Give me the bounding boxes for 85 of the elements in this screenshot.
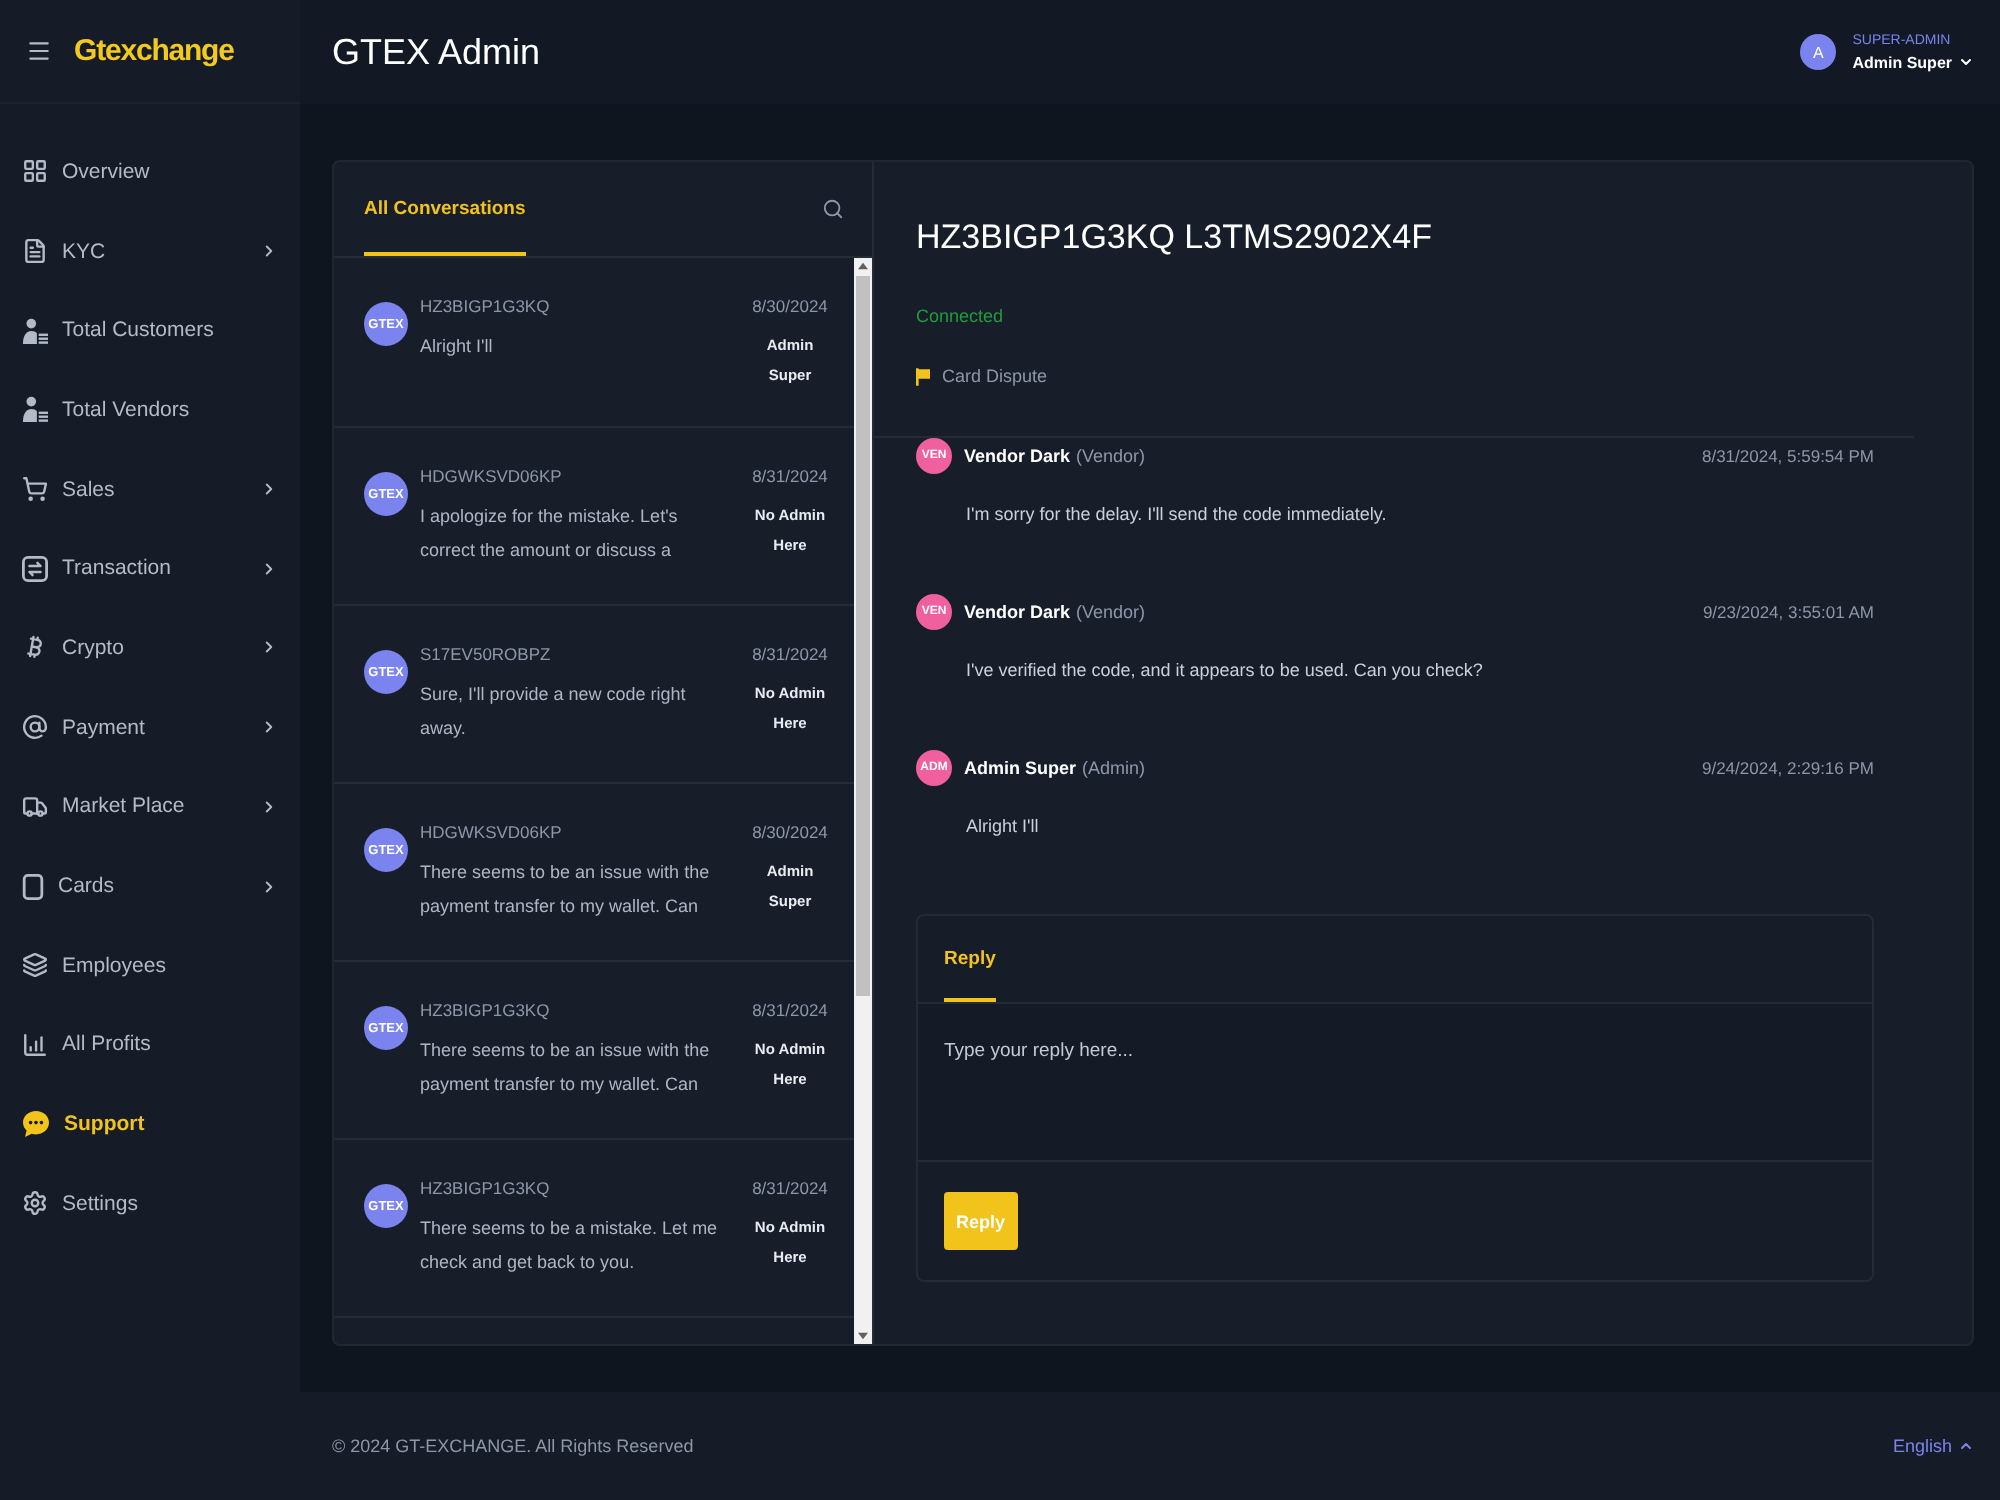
message-preview: There seems to be an issue with the payment transfer to my wallet. Can (420, 1038, 712, 1098)
sidebar-item[interactable]: Total Customers (0, 290, 300, 371)
sidebar-item[interactable]: Transaction (0, 528, 300, 609)
caret-icon (1958, 54, 1974, 70)
sidebar-item[interactable]: All Profits (0, 1005, 300, 1085)
layers-icon (22, 952, 48, 979)
conversation-title: HZ3BIGP1G3KQ L3TMS2902X4F (916, 218, 1434, 258)
conversation-date: 8/31/2024 (752, 464, 828, 488)
grid-icon (22, 158, 48, 185)
conversation-date: 8/30/2024 (752, 294, 828, 318)
transfer-icon (22, 555, 48, 582)
cart-icon (22, 476, 48, 503)
chevron-right-icon (260, 718, 278, 737)
sidebar-item[interactable]: Crypto (0, 608, 300, 688)
message-preview: There seems to be an issue with the payment transfer to my wallet. Can (420, 860, 712, 920)
sidebar-item[interactable]: KYC (0, 211, 300, 291)
sidebar-item[interactable]: Sales (0, 449, 300, 529)
sender-name: Vendor Dark (964, 446, 1071, 466)
chevron-right-icon (260, 242, 278, 261)
connection-status: Connected (916, 304, 1006, 328)
message-preview: There seems to be a mistake. Let me check and get back to you. (420, 1216, 720, 1276)
at-sign-icon (22, 714, 48, 741)
truck-icon (22, 793, 48, 820)
sidebar-item[interactable]: Cards (0, 846, 300, 926)
conversations-tab[interactable]: All Conversations (364, 162, 526, 256)
conversation-date: 8/31/2024 (752, 998, 828, 1022)
sidebar-item[interactable]: Settings (0, 1163, 300, 1244)
scroll-up-icon[interactable] (858, 262, 868, 270)
message-text: I've verified the code, and it appears to be used. Can you check? (966, 658, 1485, 682)
chevron-right-icon (260, 480, 278, 499)
ticket-id: HZ3BIGP1G3KQ (420, 998, 552, 1022)
conversation-date: 8/31/2024 (752, 1176, 828, 1200)
bar-chart-icon (22, 1031, 48, 1058)
message-preview: I apologize for the mistake. Let's correct the amount or discuss a (420, 504, 680, 564)
sidebar-item[interactable]: Payment (0, 687, 300, 767)
ticket-id: HDGWKSVD06KP (420, 820, 564, 844)
ticket-id: HZ3BIGP1G3KQ (420, 1176, 552, 1200)
sender-role: (Vendor) (1076, 602, 1146, 622)
sidebar-item[interactable]: Overview (0, 132, 300, 212)
document-icon (22, 238, 48, 265)
ticket-id: S17EV50ROBPZ (420, 642, 553, 666)
sidebar-item[interactable]: Employees (0, 925, 300, 1006)
logo-text: Gtexchange (74, 34, 234, 68)
copyright-text: © 2024 GT-EXCHANGE. All Rights Reserved (332, 1436, 694, 1456)
scroll-down-icon[interactable] (858, 1332, 868, 1340)
chevron-right-icon (260, 797, 278, 816)
menu-icon[interactable] (26, 38, 52, 64)
reply-composer[interactable]: Reply Type your reply here... Reply (916, 914, 1874, 1282)
chevron-right-icon (260, 877, 278, 896)
conversation-date: 8/31/2024 (752, 642, 828, 666)
settings-icon (22, 1190, 48, 1217)
ticket-id: HZ3BIGP1G3KQ (420, 294, 552, 318)
scrollbar-thumb[interactable] (856, 276, 870, 996)
category-label: Card Dispute (942, 364, 1048, 388)
scrollbar[interactable] (854, 258, 872, 1344)
flag-icon (916, 367, 930, 385)
sender-name: Vendor Dark (964, 602, 1071, 622)
chat-bubble-icon (22, 1110, 50, 1139)
chevron-right-icon (260, 559, 278, 578)
message-time: 9/24/2024, 2:29:16 PM (1701, 758, 1874, 778)
search-icon[interactable] (822, 198, 844, 220)
conversation-date: 8/30/2024 (752, 820, 828, 844)
message-preview: Sure, I'll provide a new code right away. (420, 682, 688, 742)
sender-name: Admin Super (964, 758, 1077, 778)
sidebar-item[interactable]: Total Vendors (0, 370, 300, 450)
message-time: 9/23/2024, 3:55:01 AM (1702, 602, 1874, 622)
user-list-icon (22, 396, 48, 423)
language-selector[interactable]: English (1892, 1436, 1974, 1456)
caret-icon (1958, 1438, 1974, 1454)
user-avatar: A (1800, 34, 1837, 70)
chevron-right-icon (260, 638, 278, 657)
sidebar-item[interactable]: Market Place (0, 767, 300, 847)
card-icon (22, 873, 44, 900)
ticket-id: HDGWKSVD06KP (420, 464, 564, 488)
user-menu-button[interactable]: Admin Super (1852, 53, 1974, 71)
message-text: I'm sorry for the delay. I'll send the code immediately. (966, 502, 1389, 526)
bitcoin-icon (22, 634, 48, 661)
message-preview: Alright I'll (420, 334, 495, 360)
sender-role: (Admin) (1082, 758, 1146, 778)
message-time: 8/31/2024, 5:59:54 PM (1701, 446, 1874, 466)
user-list-icon (22, 317, 48, 344)
sidebar-item[interactable]: Support (0, 1084, 300, 1164)
page-title: GTEX Admin (332, 31, 541, 73)
sender-role: (Vendor) (1076, 446, 1146, 466)
message-text: Alright I'll (966, 814, 1041, 838)
